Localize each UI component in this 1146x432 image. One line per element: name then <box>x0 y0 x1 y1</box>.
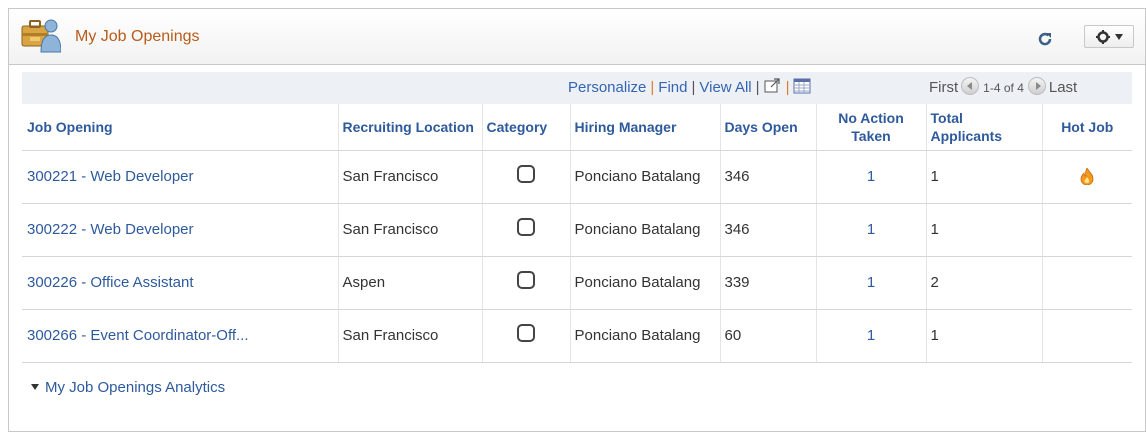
hiring-manager-cell: Ponciano Batalang <box>569 150 720 204</box>
recruiting-location-cell: San Francisco <box>337 203 482 257</box>
job-opening-link[interactable]: 300266 - Event Coordinator-Off... <box>27 327 249 344</box>
total-applicants-cell: 1 <box>925 150 1042 204</box>
hot-job-cell <box>1041 203 1132 257</box>
refresh-icon[interactable] <box>1037 31 1053 47</box>
column-header-recruiting-location[interactable]: Recruiting Location <box>337 104 482 151</box>
hiring-manager-cell: Ponciano Batalang <box>569 309 720 363</box>
separator: | <box>755 79 760 96</box>
recruiting-location-cell: Aspen <box>337 256 482 310</box>
separator: | <box>650 79 655 96</box>
table-row: 300226 - Office Assistant Aspen Ponciano… <box>22 256 1132 310</box>
no-action-taken-link[interactable]: 1 <box>815 203 926 257</box>
category-checkbox[interactable] <box>517 217 535 236</box>
table-row: 300222 - Web Developer San Francisco Pon… <box>22 203 1132 257</box>
hot-job-cell <box>1041 309 1132 363</box>
analytics-expander[interactable]: My Job Openings Analytics <box>31 379 225 396</box>
job-opening-link[interactable]: 300221 - Web Developer <box>27 168 194 185</box>
days-open-cell: 346 <box>719 203 816 257</box>
previous-page-icon[interactable] <box>961 77 980 95</box>
table-header-row: Job Opening Recruiting Location Category… <box>22 104 1132 151</box>
hiring-manager-cell: Ponciano Batalang <box>569 203 720 257</box>
job-openings-grid: Personalize | Find | View All | | First 1-4 of… <box>22 72 1132 363</box>
recruiting-location-cell: San Francisco <box>337 150 482 204</box>
grid-toolbar-links: Personalize | Find | View All | | <box>568 72 811 104</box>
column-header-no-action-taken[interactable]: No Action Taken <box>815 104 926 151</box>
pagelet-options-button[interactable] <box>1084 25 1134 48</box>
separator: | <box>691 79 696 96</box>
grid-pager: First 1-4 of 4 Last <box>929 72 1077 104</box>
new-window-icon[interactable] <box>764 78 782 94</box>
table-row: 300266 - Event Coordinator-Off... San Fr… <box>22 309 1132 363</box>
column-header-total-applicants[interactable]: Total Applicants <box>925 104 1042 151</box>
hot-job-flame-icon <box>1080 168 1094 186</box>
chevron-down-icon <box>1115 34 1123 40</box>
column-header-category[interactable]: Category <box>481 104 570 151</box>
gear-icon <box>1096 30 1123 44</box>
column-header-job-opening[interactable]: Job Opening <box>22 104 338 151</box>
grid-navigation-bar: Personalize | Find | View All | | First 1-4 of… <box>22 72 1132 104</box>
hiring-manager-cell: Ponciano Batalang <box>569 256 720 310</box>
job-opening-link[interactable]: 300226 - Office Assistant <box>27 274 194 291</box>
analytics-label: My Job Openings Analytics <box>45 379 226 396</box>
total-applicants-cell: 2 <box>925 256 1042 310</box>
column-header-days-open[interactable]: Days Open <box>719 104 816 151</box>
category-checkbox[interactable] <box>517 270 535 289</box>
days-open-cell: 339 <box>719 256 816 310</box>
no-action-taken-link[interactable]: 1 <box>815 309 926 363</box>
briefcase-person-icon <box>21 19 61 53</box>
row-count: 1-4 of 4 <box>983 81 1024 95</box>
next-page-icon[interactable] <box>1027 77 1046 95</box>
pagelet-title[interactable]: My Job Openings <box>75 28 200 46</box>
days-open-cell: 60 <box>719 309 816 363</box>
category-checkbox[interactable] <box>517 164 535 183</box>
hot-job-cell <box>1041 256 1132 310</box>
expand-triangle-icon <box>31 384 39 390</box>
pagelet-header: My Job Openings <box>9 9 1145 65</box>
download-grid-icon[interactable] <box>793 78 811 94</box>
separator: | <box>785 79 790 96</box>
table-row: 300221 - Web Developer San Francisco Pon… <box>22 150 1132 204</box>
find-link[interactable]: Find <box>658 79 687 96</box>
column-header-hot-job[interactable]: Hot Job <box>1041 104 1132 151</box>
category-checkbox[interactable] <box>517 323 535 342</box>
recruiting-location-cell: San Francisco <box>337 309 482 363</box>
column-header-hiring-manager[interactable]: Hiring Manager <box>569 104 720 151</box>
total-applicants-cell: 1 <box>925 309 1042 363</box>
last-label: Last <box>1048 79 1078 96</box>
job-opening-link[interactable]: 300222 - Web Developer <box>27 221 194 238</box>
view-all-link[interactable]: View All <box>699 79 751 96</box>
first-label: First <box>929 79 959 96</box>
no-action-taken-link[interactable]: 1 <box>815 150 926 204</box>
no-action-taken-link[interactable]: 1 <box>815 256 926 310</box>
personalize-link[interactable]: Personalize <box>568 79 646 96</box>
total-applicants-cell: 1 <box>925 203 1042 257</box>
job-openings-pagelet: My Job Openings Personalize | Find | View Al… <box>8 8 1146 432</box>
job-openings-table: Job Opening Recruiting Location Category… <box>22 104 1132 363</box>
days-open-cell: 346 <box>719 150 816 204</box>
